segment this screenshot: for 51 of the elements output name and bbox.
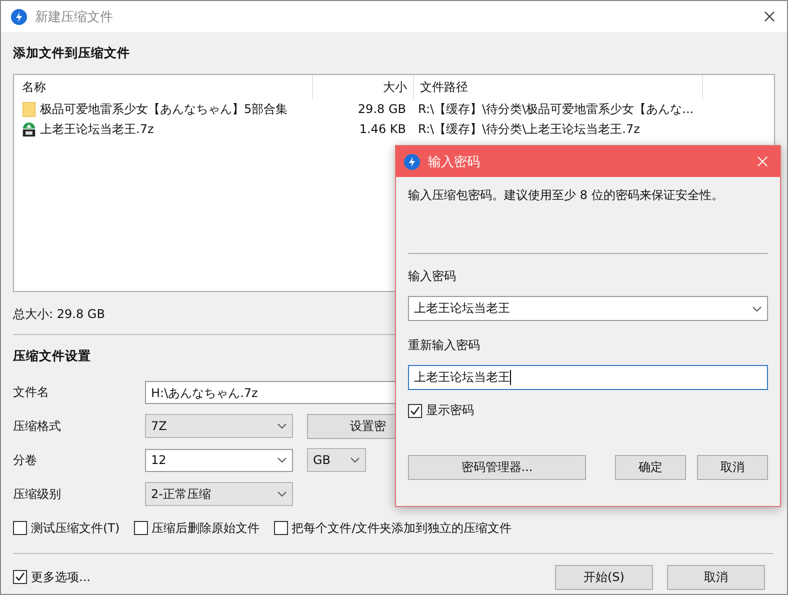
password-combobox[interactable]: 上老王论坛当老王 xyxy=(408,296,768,321)
chevron-icon xyxy=(350,457,360,463)
checkbox-label: 显示密码 xyxy=(426,402,474,419)
column-header[interactable]: 名称 xyxy=(14,75,313,99)
field-label: 输入密码 xyxy=(408,268,457,285)
checkbox[interactable] xyxy=(274,521,288,535)
column-header[interactable]: 文件路径 xyxy=(414,75,703,99)
hint-text: 输入压缩包密码。建议使用至少 8 位的密码来保证安全性。 xyxy=(408,187,724,204)
column-header[interactable]: 大小 xyxy=(313,75,414,99)
unit-dropdown[interactable]: GB xyxy=(307,448,366,472)
close-icon[interactable] xyxy=(764,11,775,22)
folder-icon xyxy=(22,100,36,118)
checkbox[interactable] xyxy=(134,521,148,535)
field-label: 文件名 xyxy=(13,384,50,400)
cancel-button[interactable]: 取消 xyxy=(667,564,765,590)
format-dropdown[interactable]: 7Z xyxy=(145,414,293,438)
chevron-icon xyxy=(752,306,762,312)
start-button[interactable]: 开始(S) xyxy=(555,564,653,590)
field-label: 压缩级别 xyxy=(13,486,62,502)
chevron-icon xyxy=(277,457,287,463)
app-logo-icon xyxy=(11,8,27,24)
cancel-button[interactable]: 取消 xyxy=(697,455,768,480)
level-dropdown[interactable]: 2-正常压缩 xyxy=(145,482,293,506)
checkbox[interactable] xyxy=(408,404,422,418)
chevron-icon xyxy=(277,423,287,429)
field-label: 重新输入密码 xyxy=(408,337,481,354)
app-logo-icon xyxy=(404,154,420,170)
checkbox-label: 更多选项... xyxy=(31,568,90,586)
checkbox-label: 压缩后删除原始文件 xyxy=(152,520,260,536)
checkbox-label: 把每个文件/文件夹添加到独立的压缩文件 xyxy=(292,520,512,536)
password-manager-button[interactable]: 密码管理器... xyxy=(408,455,586,480)
ok-button[interactable]: 确定 xyxy=(615,455,686,480)
file-name: 极品可爱地雷系少女【あんなちゃん】5部合集 xyxy=(40,101,288,118)
checkbox[interactable] xyxy=(13,570,27,584)
repeat-password-field[interactable]: 上老王论坛当老王 xyxy=(408,365,768,390)
checkbox[interactable] xyxy=(13,521,27,535)
split-size-combobox[interactable]: 12 xyxy=(145,448,293,472)
file-path: R:\【缓存】\待分类\上老王论坛当老王.7z xyxy=(417,121,641,138)
total-size: 总大小: 29.8 GB xyxy=(13,306,105,323)
field-label: 压缩格式 xyxy=(13,418,62,434)
file-path: R:\【缓存】\待分类\极品可爱地雷系少女【あんな... xyxy=(417,101,695,118)
dialog-title: 输入密码 xyxy=(428,154,480,170)
file-size: 29.8 GB xyxy=(356,101,407,118)
section-heading: 添加文件到压缩文件 xyxy=(13,44,131,62)
window-title: 新建压缩文件 xyxy=(35,8,113,26)
field-label: 分卷 xyxy=(13,452,38,468)
chevron-icon xyxy=(277,491,287,497)
archive-file-icon xyxy=(22,120,36,138)
file-name: 上老王论坛当老王.7z xyxy=(40,121,154,138)
file-size: 1.46 KB xyxy=(358,121,407,138)
checkbox-label: 测试压缩文件(T) xyxy=(31,520,120,536)
